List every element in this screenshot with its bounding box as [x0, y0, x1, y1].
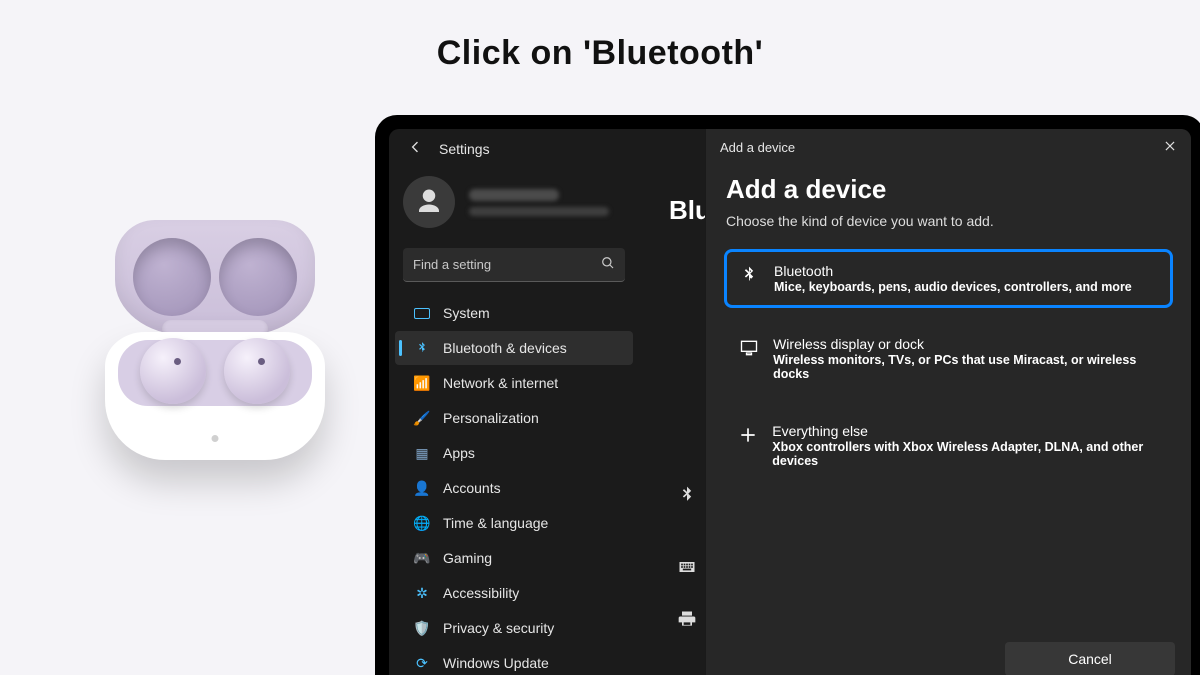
search-placeholder: Find a setting	[413, 257, 491, 272]
wifi-icon: 📶	[413, 374, 431, 392]
bluetooth-side-icon	[673, 481, 701, 509]
search-input[interactable]: Find a setting	[403, 248, 625, 282]
profile-name-redacted	[469, 189, 559, 201]
nav-label: Accessibility	[443, 585, 519, 601]
dialog-title: Add a device	[726, 174, 1171, 205]
option-desc: Mice, keyboards, pens, audio devices, co…	[774, 280, 1132, 294]
cancel-label: Cancel	[1068, 651, 1112, 667]
nav-label: Bluetooth & devices	[443, 340, 567, 356]
option-bluetooth[interactable]: Bluetooth Mice, keyboards, pens, audio d…	[726, 251, 1171, 306]
option-title: Everything else	[772, 423, 1159, 439]
apps-icon: ▦	[413, 444, 431, 462]
bluetooth-icon	[413, 339, 431, 357]
nav-time-language[interactable]: 🌐 Time & language	[395, 506, 633, 540]
option-desc: Xbox controllers with Xbox Wireless Adap…	[772, 440, 1159, 468]
close-icon[interactable]	[1163, 139, 1177, 156]
accessibility-icon: ✲	[413, 584, 431, 602]
bluetooth-icon	[738, 263, 760, 285]
nav-label: Accounts	[443, 480, 501, 496]
option-wireless-display[interactable]: Wireless display or dock Wireless monito…	[726, 324, 1171, 393]
cancel-button[interactable]: Cancel	[1005, 642, 1175, 675]
dialog-subtitle: Choose the kind of device you want to ad…	[726, 213, 1171, 229]
nav-label: Time & language	[443, 515, 548, 531]
nav-accessibility[interactable]: ✲ Accessibility	[395, 576, 633, 610]
nav-label: Network & internet	[443, 375, 558, 391]
shield-icon: 🛡️	[413, 619, 431, 637]
system-icon	[413, 304, 431, 322]
nav-label: Apps	[443, 445, 475, 461]
nav-accounts[interactable]: 👤 Accounts	[395, 471, 633, 505]
display-icon	[738, 336, 759, 358]
nav-privacy[interactable]: 🛡️ Privacy & security	[395, 611, 633, 645]
settings-nav: System Bluetooth & devices 📶 Network & i…	[389, 296, 639, 675]
option-title: Bluetooth	[774, 263, 1132, 279]
plus-icon	[738, 423, 758, 445]
profile-email-redacted	[469, 207, 609, 216]
keyboard-side-icon	[673, 553, 701, 581]
window-title: Settings	[439, 141, 490, 157]
nav-network[interactable]: 📶 Network & internet	[395, 366, 633, 400]
nav-label: Privacy & security	[443, 620, 554, 636]
option-desc: Wireless monitors, TVs, or PCs that use …	[773, 353, 1159, 381]
search-icon	[601, 256, 615, 273]
nav-apps[interactable]: ▦ Apps	[395, 436, 633, 470]
globe-icon: 🌐	[413, 514, 431, 532]
back-arrow-icon[interactable]	[407, 139, 423, 158]
nav-system[interactable]: System	[395, 296, 633, 330]
gaming-icon: 🎮	[413, 549, 431, 567]
nav-windows-update[interactable]: ⟳ Windows Update	[395, 646, 633, 675]
add-device-dialog: Add a device Add a device Choose the kin…	[705, 129, 1191, 675]
option-title: Wireless display or dock	[773, 336, 1159, 352]
nav-personalization[interactable]: 🖌️ Personalization	[395, 401, 633, 435]
nav-label: System	[443, 305, 490, 321]
nav-label: Windows Update	[443, 655, 549, 671]
instruction-headline: Click on 'Bluetooth'	[0, 34, 1200, 73]
laptop-frame: Settings Find a setting System Bluetooth…	[375, 115, 1200, 675]
nav-bluetooth-devices[interactable]: Bluetooth & devices	[395, 331, 633, 365]
dialog-topbar-title: Add a device	[720, 140, 795, 155]
brush-icon: 🖌️	[413, 409, 431, 427]
option-everything-else[interactable]: Everything else Xbox controllers with Xb…	[726, 411, 1171, 480]
nav-label: Gaming	[443, 550, 492, 566]
earbuds-illustration	[100, 220, 330, 480]
nav-gaming[interactable]: 🎮 Gaming	[395, 541, 633, 575]
update-icon: ⟳	[413, 654, 431, 672]
avatar-icon	[403, 176, 455, 228]
person-icon: 👤	[413, 479, 431, 497]
printer-side-icon	[673, 605, 701, 633]
nav-label: Personalization	[443, 410, 539, 426]
